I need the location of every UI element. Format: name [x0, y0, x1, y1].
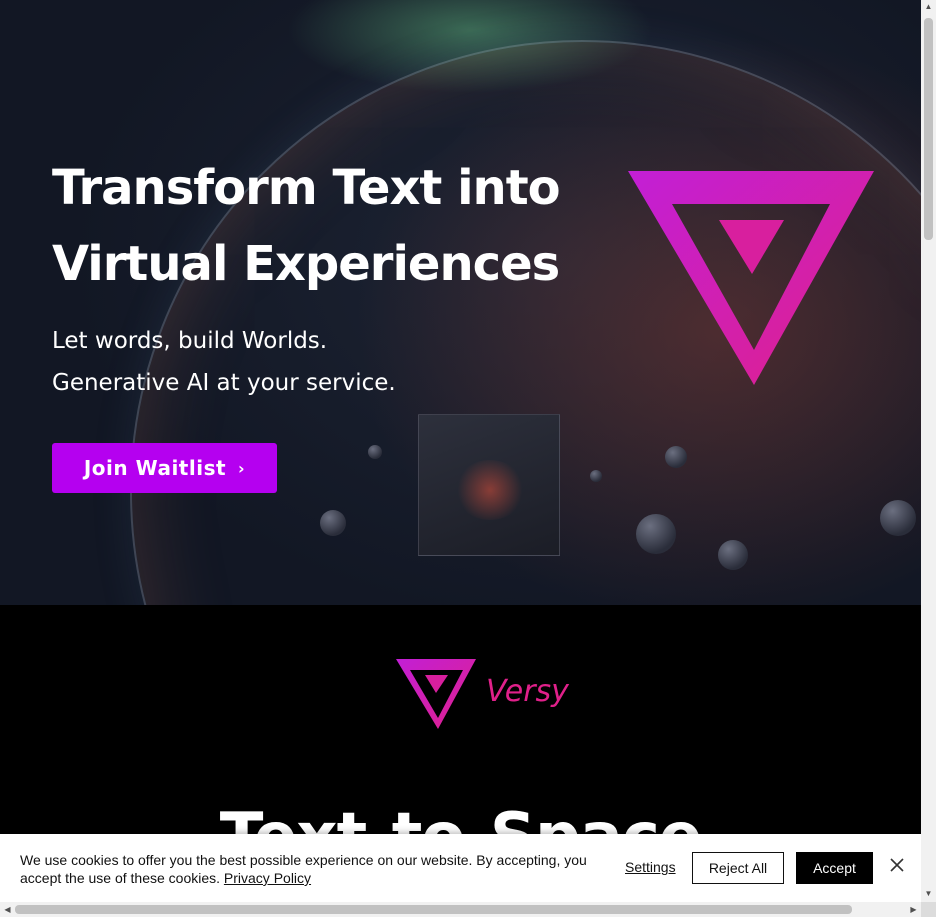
- vertical-scroll-thumb[interactable]: [924, 18, 933, 240]
- cookie-message: We use cookies to offer you the best pos…: [20, 851, 600, 887]
- scroll-left-arrow-icon[interactable]: ◀: [0, 902, 15, 917]
- scroll-up-arrow-icon[interactable]: ▲: [921, 0, 936, 14]
- cookie-settings-link[interactable]: Settings: [625, 859, 676, 875]
- versy-brand-logo[interactable]: Versy: [396, 655, 586, 735]
- close-icon[interactable]: [888, 856, 906, 874]
- versy-v-logo-icon: [396, 659, 476, 729]
- hero-subtitle-line: Let words, build Worlds.: [52, 328, 328, 354]
- hero-section: Transform Text into Virtual Experiences …: [0, 0, 921, 605]
- hero-subtitle-line: Generative AI at your service.: [52, 370, 396, 396]
- join-waitlist-label: Join Waitlist: [83, 456, 227, 480]
- moon-decoration: [590, 470, 602, 482]
- cookie-banner: We use cookies to offer you the best pos…: [0, 834, 921, 902]
- moon-decoration: [368, 445, 382, 459]
- moon-decoration: [320, 510, 346, 536]
- brand-name: Versy: [486, 674, 570, 709]
- page-viewport: Transform Text into Virtual Experiences …: [0, 0, 921, 902]
- vertical-scrollbar[interactable]: ▲ ▼: [921, 0, 936, 902]
- moon-decoration: [665, 446, 687, 468]
- moon-decoration: [880, 500, 916, 536]
- reject-all-button[interactable]: Reject All: [692, 852, 784, 884]
- scroll-down-arrow-icon[interactable]: ▼: [921, 887, 936, 901]
- horizontal-scroll-thumb[interactable]: [15, 905, 852, 914]
- moon-decoration: [636, 514, 676, 554]
- horizontal-scrollbar[interactable]: ◀ ▶: [0, 902, 921, 917]
- moon-decoration: [718, 540, 748, 570]
- chevron-right-icon: ›: [238, 458, 246, 478]
- accept-button[interactable]: Accept: [796, 852, 873, 884]
- scrollbar-corner: [921, 902, 936, 917]
- versy-v-logo-icon: [628, 171, 874, 385]
- cube-glow: [455, 460, 525, 520]
- hero-subtitle: Let words, build Worlds. Generative AI a…: [52, 320, 396, 404]
- join-waitlist-button[interactable]: Join Waitlist ›: [52, 443, 277, 493]
- scroll-right-arrow-icon[interactable]: ▶: [906, 902, 921, 917]
- privacy-policy-link[interactable]: Privacy Policy: [224, 870, 311, 886]
- hero-title: Transform Text into Virtual Experiences: [52, 160, 561, 292]
